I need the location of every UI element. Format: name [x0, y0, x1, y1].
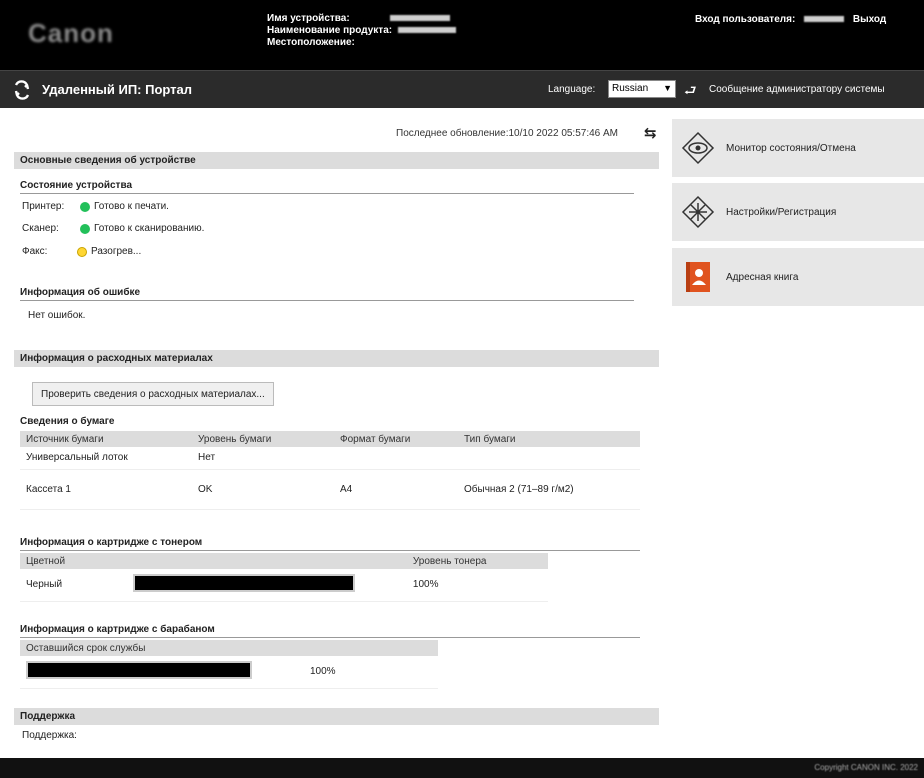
- device-name-value: [389, 15, 450, 22]
- column-header: Цветной: [20, 553, 127, 569]
- address-book-icon: [680, 259, 716, 295]
- footer: Copyright CANON INC. 2022: [0, 758, 924, 778]
- printer-status-value: Готово к печати.: [94, 201, 169, 212]
- language-label: Language:: [548, 84, 596, 95]
- column-header: Источник бумаги: [20, 431, 192, 447]
- toner-color: Черный: [20, 569, 127, 602]
- status-ok-icon: [80, 223, 90, 234]
- paper-info-header: Сведения о бумаге: [20, 416, 115, 427]
- user-box: Вход пользователя: Выход: [695, 14, 886, 25]
- last-updated: Последнее обновление:10/10 2022 05:57:46…: [396, 128, 619, 139]
- drum-level-value: 100%: [304, 656, 438, 689]
- fax-status-value: Разогрев...: [91, 246, 142, 257]
- language-select[interactable]: Russian ▼: [608, 80, 676, 98]
- message-icon[interactable]: ⮐: [684, 80, 697, 104]
- fax-status-label: Факс:: [22, 246, 48, 257]
- toner-level-fill: [132, 574, 355, 593]
- settings-icon: [680, 194, 716, 230]
- toner-info-header: Информация о картридже с тонером: [20, 537, 640, 551]
- logout-link[interactable]: Выход: [853, 14, 886, 25]
- product-name-value: [398, 27, 457, 34]
- column-header: [304, 640, 438, 656]
- app-title: Удаленный ИП: Портал: [42, 82, 193, 97]
- language-value: Russian: [612, 83, 649, 94]
- brand-logo: Canon: [28, 18, 114, 48]
- sidebar-item-label: Настройки/Регистрация: [726, 206, 837, 218]
- refresh-icon[interactable]: ⇆: [644, 124, 657, 142]
- device-info: Имя устройства: Наименование продукта: М…: [267, 13, 457, 49]
- scanner-status-label: Сканер:: [22, 223, 59, 234]
- sidebar-item-address-book[interactable]: Адресная книга: [672, 248, 924, 306]
- basic-info-header: Основные сведения об устройстве: [14, 152, 659, 169]
- error-info-value: Нет ошибок.: [28, 310, 86, 321]
- support-header: Поддержка: [14, 708, 659, 725]
- scanner-status: Сканер: Готово к сканированию.: [22, 223, 204, 234]
- remote-ui-icon: [14, 80, 30, 100]
- sidebar-item-status-monitor[interactable]: Монитор состояния/Отмена: [672, 119, 924, 177]
- location-label: Местоположение:: [267, 37, 355, 48]
- fax-status: Факс: Разогрев...: [22, 246, 141, 257]
- toner-table-header: Цветной Уровень тонера: [20, 553, 548, 569]
- table-row: Кассета 1 OK A4 Обычная 2 (71–89 г/м2): [20, 469, 640, 510]
- consumables-header: Информация о расходных материалах: [14, 350, 659, 367]
- paper-table-header: Источник бумаги Уровень бумаги Формат бу…: [20, 431, 640, 447]
- top-header: Canon Имя устройства: Наименование проду…: [0, 0, 924, 70]
- error-info-header: Информация об ошибке: [20, 287, 634, 301]
- sidebar-item-label: Адресная книга: [726, 271, 799, 283]
- user-label: Вход пользователя:: [695, 14, 796, 25]
- drum-info-header: Информация о картридже с барабаном: [20, 624, 640, 638]
- drum-level-bar: [20, 656, 304, 689]
- printer-status-label: Принтер:: [22, 201, 65, 212]
- status-ok-icon: [80, 201, 90, 212]
- table-row: 100%: [20, 656, 438, 689]
- column-header: Тип бумаги: [458, 431, 640, 447]
- drum-level-fill: [26, 661, 252, 680]
- toner-level-bar: [126, 569, 407, 602]
- check-consumables-button[interactable]: Проверить сведения о расходных материала…: [32, 382, 274, 406]
- toner-level-value: 100%: [406, 569, 548, 602]
- column-header: [126, 553, 407, 569]
- support-label: Поддержка:: [22, 730, 77, 741]
- status-warming-icon: [77, 246, 87, 257]
- device-name-label: Имя устройства:: [267, 13, 350, 24]
- table-cell: Кассета 1: [20, 469, 192, 510]
- table-cell: A4: [334, 469, 458, 510]
- paper-table: Источник бумаги Уровень бумаги Формат бу…: [20, 431, 640, 510]
- table-cell: [458, 447, 640, 470]
- table-cell: OK: [192, 469, 334, 510]
- drum-table: Оставшийся срок службы 100%: [20, 640, 438, 689]
- product-name-label: Наименование продукта:: [267, 25, 393, 36]
- printer-status: Принтер: Готово к печати.: [22, 201, 169, 212]
- column-header: Оставшийся срок службы: [20, 640, 304, 656]
- table-cell: Универсальный лоток: [20, 447, 192, 470]
- admin-message-link[interactable]: Сообщение администратору системы: [709, 84, 885, 95]
- table-row: Черный 100%: [20, 569, 548, 602]
- title-bar: Удаленный ИП: Портал Language: Russian ▼…: [0, 70, 924, 108]
- toner-table: Цветной Уровень тонера Черный 100%: [20, 553, 548, 602]
- device-status-header: Состояние устройства: [20, 180, 634, 194]
- column-header: Уровень тонера: [406, 553, 548, 569]
- column-header: Уровень бумаги: [192, 431, 334, 447]
- table-cell: Обычная 2 (71–89 г/м2): [458, 469, 640, 510]
- table-row: Универсальный лоток Нет: [20, 447, 640, 470]
- scanner-status-value: Готово к сканированию.: [94, 223, 205, 234]
- sidebar-item-label: Монитор состояния/Отмена: [726, 142, 856, 154]
- table-cell: [334, 447, 458, 470]
- drum-table-header: Оставшийся срок службы: [20, 640, 438, 656]
- eye-icon: [680, 130, 716, 166]
- user-name-value: [804, 16, 845, 23]
- sidebar-item-settings[interactable]: Настройки/Регистрация: [672, 183, 924, 241]
- copyright-text: Copyright CANON INC. 2022: [814, 763, 918, 772]
- chevron-down-icon: ▼: [663, 83, 672, 93]
- table-cell: Нет: [192, 447, 334, 470]
- column-header: Формат бумаги: [334, 431, 458, 447]
